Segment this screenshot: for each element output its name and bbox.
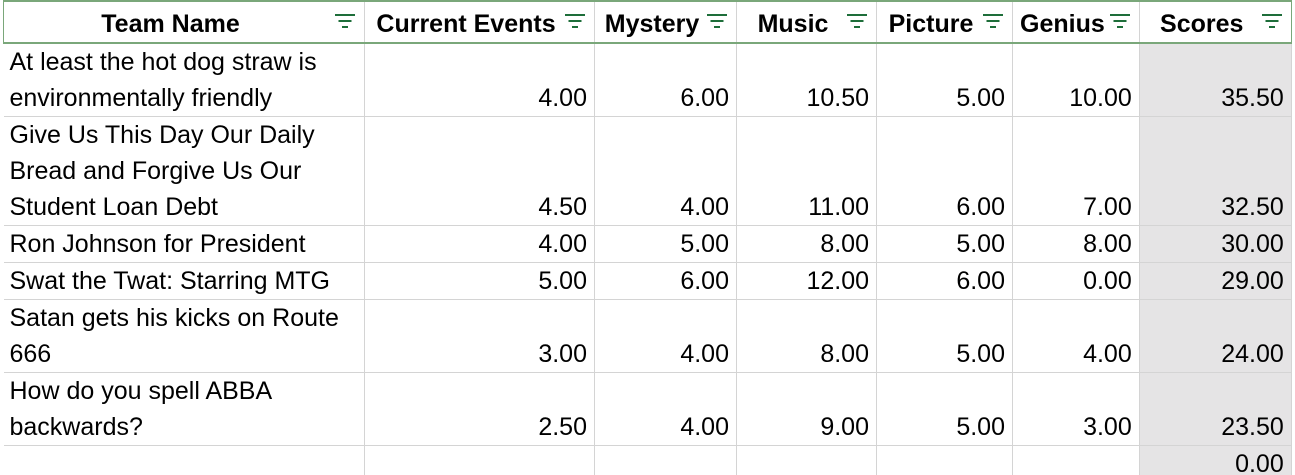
scores-cell[interactable]: 23.50 bbox=[1139, 372, 1292, 446]
current-events-cell[interactable] bbox=[364, 445, 595, 475]
spreadsheet-grid: Team Name Current Events Mystery Music P… bbox=[0, 0, 1295, 475]
picture-cell[interactable]: 5.00 bbox=[876, 372, 1013, 446]
current-events-cell[interactable]: 4.00 bbox=[364, 225, 595, 263]
column-header-team-name[interactable]: Team Name bbox=[3, 0, 365, 44]
column-header-genius[interactable]: Genius bbox=[1012, 0, 1140, 44]
picture-cell[interactable]: 6.00 bbox=[876, 116, 1013, 226]
team-name-cell[interactable]: Satan gets his kicks on Route 666 bbox=[3, 299, 365, 373]
mystery-cell[interactable]: 4.00 bbox=[594, 299, 737, 373]
team-name-cell[interactable]: How do you spell ABBA backwards? bbox=[3, 372, 365, 446]
team-name-cell[interactable] bbox=[3, 445, 365, 475]
picture-cell[interactable]: 6.00 bbox=[876, 262, 1013, 300]
column-header-scores[interactable]: Scores bbox=[1139, 0, 1292, 44]
table-row: How do you spell ABBA backwards? 2.50 4.… bbox=[3, 372, 1292, 446]
picture-cell[interactable]: 5.00 bbox=[876, 225, 1013, 263]
current-events-cell[interactable]: 4.50 bbox=[364, 116, 595, 226]
column-header-label: Mystery bbox=[604, 10, 700, 38]
music-cell[interactable]: 8.00 bbox=[736, 225, 877, 263]
column-header-label: Team Name bbox=[101, 10, 240, 38]
picture-cell[interactable]: 5.00 bbox=[876, 299, 1013, 373]
current-events-cell[interactable]: 3.00 bbox=[364, 299, 595, 373]
scores-cell[interactable]: 0.00 bbox=[1139, 445, 1292, 475]
music-cell[interactable]: 8.00 bbox=[736, 299, 877, 373]
team-name-cell[interactable]: At least the hot dog straw is environmen… bbox=[3, 43, 365, 117]
filter-icon[interactable] bbox=[1109, 12, 1131, 30]
current-events-cell[interactable]: 2.50 bbox=[364, 372, 595, 446]
column-header-label: Picture bbox=[888, 10, 974, 38]
team-name-cell[interactable]: Give Us This Day Our Daily Bread and For… bbox=[3, 116, 365, 226]
scores-table: Team Name Current Events Mystery Music P… bbox=[3, 0, 1292, 475]
filter-icon[interactable] bbox=[706, 12, 728, 30]
scores-cell[interactable]: 24.00 bbox=[1139, 299, 1292, 373]
genius-cell[interactable] bbox=[1012, 445, 1140, 475]
table-row: Give Us This Day Our Daily Bread and For… bbox=[3, 116, 1292, 226]
current-events-cell[interactable]: 5.00 bbox=[364, 262, 595, 300]
filter-icon[interactable] bbox=[1261, 12, 1283, 30]
mystery-cell[interactable]: 6.00 bbox=[594, 262, 737, 300]
picture-cell[interactable] bbox=[876, 445, 1013, 475]
music-cell[interactable]: 10.50 bbox=[736, 43, 877, 117]
filter-icon[interactable] bbox=[334, 12, 356, 30]
column-header-label: Music bbox=[757, 10, 829, 38]
column-header-music[interactable]: Music bbox=[736, 0, 877, 44]
column-header-label: Genius bbox=[1020, 10, 1105, 38]
mystery-cell[interactable]: 4.00 bbox=[594, 372, 737, 446]
column-header-label: Scores bbox=[1160, 10, 1244, 38]
genius-cell[interactable]: 3.00 bbox=[1012, 372, 1140, 446]
scores-cell[interactable]: 29.00 bbox=[1139, 262, 1292, 300]
table-row: At least the hot dog straw is environmen… bbox=[3, 43, 1292, 117]
music-cell[interactable]: 12.00 bbox=[736, 262, 877, 300]
filter-icon[interactable] bbox=[846, 12, 868, 30]
mystery-cell[interactable]: 4.00 bbox=[594, 116, 737, 226]
column-header-mystery[interactable]: Mystery bbox=[594, 0, 737, 44]
music-cell[interactable] bbox=[736, 445, 877, 475]
scores-cell[interactable]: 32.50 bbox=[1139, 116, 1292, 226]
table-row: Ron Johnson for President 4.00 5.00 8.00… bbox=[3, 225, 1292, 263]
picture-cell[interactable]: 5.00 bbox=[876, 43, 1013, 117]
scores-cell[interactable]: 35.50 bbox=[1139, 43, 1292, 117]
filter-icon[interactable] bbox=[564, 12, 586, 30]
column-header-label: Current Events bbox=[376, 10, 556, 38]
music-cell[interactable]: 9.00 bbox=[736, 372, 877, 446]
genius-cell[interactable]: 10.00 bbox=[1012, 43, 1140, 117]
table-row: 0.00 bbox=[3, 445, 1292, 475]
column-header-picture[interactable]: Picture bbox=[876, 0, 1013, 44]
music-cell[interactable]: 11.00 bbox=[736, 116, 877, 226]
table-row: Swat the Twat: Starring MTG 5.00 6.00 12… bbox=[3, 262, 1292, 300]
filter-icon[interactable] bbox=[982, 12, 1004, 30]
current-events-cell[interactable]: 4.00 bbox=[364, 43, 595, 117]
genius-cell[interactable]: 7.00 bbox=[1012, 116, 1140, 226]
mystery-cell[interactable] bbox=[594, 445, 737, 475]
team-name-cell[interactable]: Ron Johnson for President bbox=[3, 225, 365, 263]
mystery-cell[interactable]: 5.00 bbox=[594, 225, 737, 263]
genius-cell[interactable]: 8.00 bbox=[1012, 225, 1140, 263]
genius-cell[interactable]: 0.00 bbox=[1012, 262, 1140, 300]
header-row: Team Name Current Events Mystery Music P… bbox=[3, 0, 1292, 44]
team-name-cell[interactable]: Swat the Twat: Starring MTG bbox=[3, 262, 365, 300]
table-row: Satan gets his kicks on Route 666 3.00 4… bbox=[3, 299, 1292, 373]
mystery-cell[interactable]: 6.00 bbox=[594, 43, 737, 117]
scores-cell[interactable]: 30.00 bbox=[1139, 225, 1292, 263]
genius-cell[interactable]: 4.00 bbox=[1012, 299, 1140, 373]
column-header-current-events[interactable]: Current Events bbox=[364, 0, 595, 44]
